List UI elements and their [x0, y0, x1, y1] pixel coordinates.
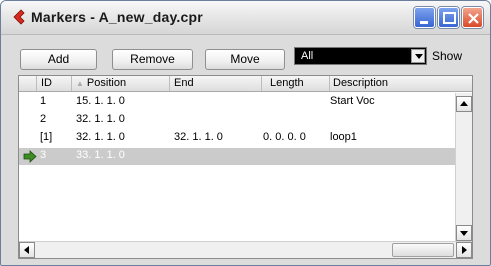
scroll-up-icon[interactable]	[456, 96, 472, 112]
scroll-right-icon[interactable]	[456, 242, 472, 258]
list-header: ID ▲ Position End Length Description	[19, 76, 472, 92]
window-title: Markers - A_new_day.cpr	[31, 9, 203, 25]
move-button[interactable]: Move	[205, 49, 285, 70]
scroll-down-icon[interactable]	[456, 225, 472, 241]
marker-position[interactable]: 33. 1. 1. 0	[76, 149, 125, 161]
horizontal-scrollbar[interactable]	[19, 241, 472, 258]
marker-id: 1	[40, 95, 47, 107]
title-bar[interactable]: Markers - A_new_day.cpr	[1, 1, 490, 35]
scroll-left-icon[interactable]	[19, 242, 35, 258]
markers-window: Markers - A_new_day.cpr Add Remove Move …	[0, 0, 491, 266]
minimize-icon	[420, 21, 428, 24]
chevron-down-icon[interactable]	[411, 49, 425, 63]
marker-id: [1]	[40, 131, 53, 143]
marker-id: 2	[40, 113, 47, 125]
marker-filter-select[interactable]: All	[294, 47, 427, 65]
marker-position[interactable]: 15. 1. 1. 0	[76, 95, 125, 107]
marker-description[interactable]: loop1	[330, 131, 357, 143]
close-icon	[468, 13, 479, 24]
maximize-button[interactable]	[438, 7, 459, 28]
marker-position[interactable]: 32. 1. 1. 0	[76, 131, 125, 143]
filter-value: All	[301, 50, 314, 62]
marker-id: 3	[40, 149, 47, 161]
maximize-icon	[443, 12, 456, 24]
position-cursor-arrow-icon	[23, 150, 37, 163]
column-header-length[interactable]: Length	[262, 76, 330, 91]
marker-row[interactable]: 2 32. 1. 1. 0	[19, 112, 455, 129]
column-header-description-label: Description	[333, 77, 389, 89]
add-button[interactable]: Add	[20, 49, 97, 70]
marker-list[interactable]: ID ▲ Position End Length Description 1 15…	[18, 75, 473, 259]
column-header-id[interactable]: ID	[37, 76, 72, 91]
marker-row-selected[interactable]: 3 33. 1. 1. 0	[19, 148, 455, 165]
column-header-id-label: ID	[41, 77, 52, 89]
show-label: Show	[432, 49, 463, 63]
close-button[interactable]	[462, 7, 483, 28]
column-header-description[interactable]: Description	[330, 76, 472, 91]
column-header-position-label: Position	[86, 77, 127, 89]
column-header-position[interactable]: ▲ Position	[72, 76, 170, 91]
marker-row[interactable]: [1] 32. 1. 1. 0 32. 1. 1. 0 0. 0. 0. 0 l…	[19, 130, 455, 147]
marker-description[interactable]: Start Voc	[330, 95, 375, 107]
column-header-end[interactable]: End	[170, 76, 262, 91]
column-header-end-label: End	[174, 77, 194, 89]
sort-ascending-icon: ▲	[76, 79, 84, 88]
vertical-scrollbar[interactable]	[455, 93, 472, 241]
cubase-icon	[11, 9, 27, 25]
minimize-button[interactable]	[414, 7, 435, 28]
header-spacer	[19, 76, 37, 91]
marker-position[interactable]: 32. 1. 1. 0	[76, 113, 125, 125]
marker-length[interactable]: 0. 0. 0. 0	[263, 131, 306, 143]
marker-end[interactable]: 32. 1. 1. 0	[174, 131, 223, 143]
marker-row[interactable]: 1 15. 1. 1. 0 Start Voc	[19, 94, 455, 111]
column-header-length-label: Length	[270, 77, 304, 89]
horizontal-scroll-thumb[interactable]	[392, 243, 454, 257]
remove-button[interactable]: Remove	[112, 49, 193, 70]
